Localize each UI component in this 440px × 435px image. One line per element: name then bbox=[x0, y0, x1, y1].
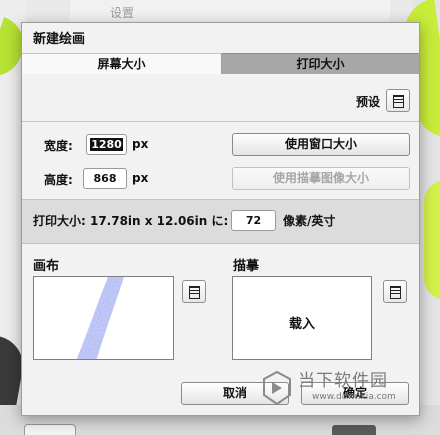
watermark-url-text: www.downxia.com bbox=[312, 392, 396, 402]
trace-preview[interactable]: 载入 bbox=[232, 276, 372, 360]
folder-icon bbox=[24, 424, 76, 435]
resolution-unit: 像素/英寸 bbox=[283, 214, 336, 228]
background-menu-item: 设置 bbox=[110, 6, 135, 20]
load-image-label: 载入 bbox=[288, 317, 315, 332]
width-input[interactable]: 1280 bbox=[86, 134, 127, 155]
preset-label: 预设 bbox=[356, 95, 381, 109]
width-unit: px bbox=[132, 137, 149, 151]
canvas-menu-button[interactable] bbox=[182, 280, 206, 303]
width-value: 1280 bbox=[90, 138, 123, 151]
print-size-text: 打印大小: 17.78in x 12.06in に: bbox=[33, 214, 229, 228]
height-label: 高度: bbox=[44, 173, 73, 187]
print-size-row: 打印大小: 17.78in x 12.06in に: 72 像素/英寸 bbox=[22, 199, 419, 244]
trace-section-title: 描摹 bbox=[233, 259, 260, 274]
canvas-preview bbox=[33, 276, 174, 360]
background-menu-bar: 设置 bbox=[70, 0, 390, 22]
use-trace-image-size-button[interactable]: 使用描摹图像大小 bbox=[232, 167, 410, 190]
height-unit: px bbox=[132, 171, 149, 185]
resolution-input[interactable]: 72 bbox=[231, 210, 276, 231]
list-icon bbox=[392, 94, 404, 108]
tab-print-size[interactable]: 打印大小 bbox=[222, 53, 419, 74]
watermark-brand-text: 当下软件园 bbox=[298, 371, 388, 391]
tab-screen-size[interactable]: 屏幕大小 bbox=[22, 53, 222, 74]
height-input[interactable]: 868 bbox=[83, 168, 127, 189]
dialog-title: 新建绘画 bbox=[33, 32, 86, 47]
divider bbox=[22, 121, 419, 122]
size-tabs: 屏幕大小 打印大小 bbox=[22, 53, 419, 74]
list-icon bbox=[389, 285, 401, 299]
canvas-section-title: 画布 bbox=[33, 259, 60, 274]
watermark-logo-icon bbox=[263, 371, 291, 405]
list-icon bbox=[188, 285, 200, 299]
background-green-shape bbox=[424, 180, 440, 300]
new-drawing-dialog: 新建绘画 屏幕大小 打印大小 预设 宽度: 1280 px 高度: 868 px… bbox=[21, 22, 420, 416]
trace-menu-button[interactable] bbox=[383, 280, 407, 303]
use-window-size-button[interactable]: 使用窗口大小 bbox=[232, 133, 410, 156]
layers-icon bbox=[332, 425, 376, 435]
width-label: 宽度: bbox=[44, 139, 73, 153]
preset-menu-button[interactable] bbox=[386, 89, 410, 112]
brush-stroke-thumbnail bbox=[76, 277, 124, 359]
